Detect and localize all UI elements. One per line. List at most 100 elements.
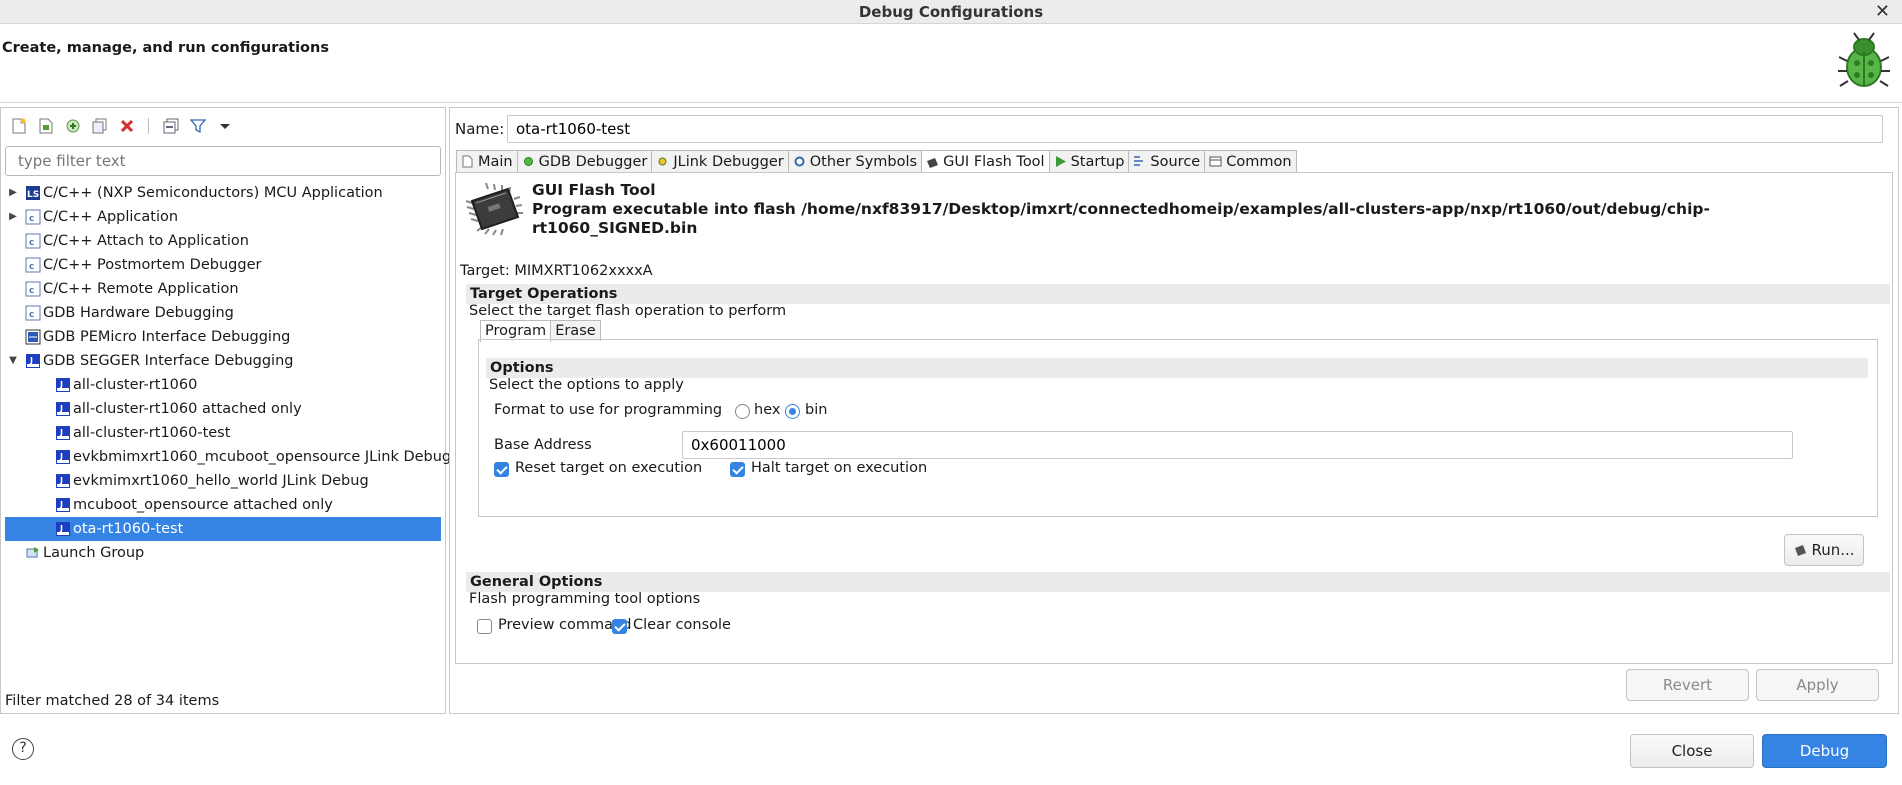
tree-category[interactable]: ▼ J GDB SEGGER Interface Debugging xyxy=(1,349,445,373)
tab-label: Common xyxy=(1226,153,1292,170)
expand-arrow-icon[interactable]: ▶ xyxy=(7,181,19,205)
configuration-editor-panel: Name: Main GDB Debugger JLink Debugger Othe… xyxy=(449,107,1899,714)
flash-chip-icon xyxy=(462,181,524,241)
tree-configuration[interactable]: Jall-cluster-rt1060 attached only xyxy=(1,397,445,421)
tree-category[interactable]: Launch Group xyxy=(1,541,445,565)
tab-label: GDB Debugger xyxy=(538,153,648,170)
startup-tab-icon xyxy=(1054,155,1067,168)
jlink-tab-icon xyxy=(656,155,669,168)
tree-configuration[interactable]: Jall-cluster-rt1060 xyxy=(1,373,445,397)
apply-button[interactable]: Apply xyxy=(1756,669,1879,701)
config-type-j-icon: J xyxy=(55,449,71,465)
config-tabs: Main GDB Debugger JLink Debugger Other Symb… xyxy=(456,150,1297,173)
tree-configuration[interactable]: Jota-rt1060-test xyxy=(5,517,441,541)
tree-category[interactable]: GDB PEMicro Interface Debugging xyxy=(1,325,445,349)
tree-item-label: C/C++ Application xyxy=(43,209,179,225)
tree-category[interactable]: c GDB Hardware Debugging xyxy=(1,301,445,325)
config-type-c-icon: c xyxy=(25,305,41,321)
preview-command-checkbox[interactable] xyxy=(477,619,492,634)
tree-category[interactable]: c C/C++ Attach to Application xyxy=(1,229,445,253)
svg-text:J: J xyxy=(29,356,33,365)
svg-text:c: c xyxy=(29,214,34,224)
flash-chip-small-icon xyxy=(1795,545,1807,556)
config-type-launch-icon xyxy=(25,545,41,561)
window-title: Debug Configurations xyxy=(858,3,1044,21)
svg-text:J: J xyxy=(59,404,63,413)
clear-console-checkbox[interactable] xyxy=(612,619,627,634)
subtab-erase[interactable]: Erase xyxy=(550,320,601,341)
tab-label: Source xyxy=(1150,153,1201,170)
tab-label: Main xyxy=(478,153,513,170)
symbols-tab-icon xyxy=(793,155,806,168)
duplicate-icon[interactable] xyxy=(90,117,109,136)
config-type-j-icon: J xyxy=(55,497,71,513)
run-button[interactable]: Run... xyxy=(1784,534,1864,566)
close-button[interactable]: Close xyxy=(1630,734,1754,768)
configuration-tree: ▶ LS C/C++ (NXP Semiconductors) MCU Applic… xyxy=(1,181,451,565)
tree-configuration[interactable]: Jevkbmimxrt1060_mcuboot_opensource JLink… xyxy=(1,445,451,469)
view-menu-icon[interactable] xyxy=(215,117,234,136)
tree-category[interactable]: ▶ LS C/C++ (NXP Semiconductors) MCU Applic… xyxy=(1,181,445,205)
tree-category[interactable]: c C/C++ Remote Application xyxy=(1,277,445,301)
name-label: Name: xyxy=(455,120,505,138)
config-type-j-icon: J xyxy=(55,425,71,441)
tab-jlink-debugger[interactable]: JLink Debugger xyxy=(651,150,789,172)
name-input[interactable] xyxy=(507,115,1883,143)
tree-item-label: mcuboot_opensource attached only xyxy=(73,497,333,513)
debug-button[interactable]: Debug xyxy=(1762,734,1887,768)
general-options-heading: General Options xyxy=(466,572,1890,592)
dialog-subtitle: Create, manage, and run configurations xyxy=(2,40,329,56)
tab-other-symbols[interactable]: Other Symbols xyxy=(787,150,923,172)
help-icon[interactable]: ? xyxy=(12,738,34,760)
collapse-arrow-icon[interactable]: ▼ xyxy=(7,349,19,373)
target-operations-heading: Target Operations xyxy=(466,284,1890,304)
svg-text:c: c xyxy=(29,286,34,296)
tree-configuration[interactable]: Jevkmimxrt1060_hello_world JLink Debug xyxy=(1,469,445,493)
tree-item-label: evkmimxrt1060_hello_world JLink Debug xyxy=(73,473,369,489)
filter-icon[interactable] xyxy=(188,117,207,136)
svg-text:J: J xyxy=(59,380,63,389)
close-window-icon[interactable]: ✕ xyxy=(1875,1,1890,22)
tree-category[interactable]: c C/C++ Postmortem Debugger xyxy=(1,253,445,277)
tree-item-label: all-cluster-rt1060-test xyxy=(73,425,231,441)
gui-flash-title: GUI Flash Tool xyxy=(532,181,656,199)
toolbar-separator xyxy=(148,118,149,134)
delete-icon[interactable] xyxy=(117,117,136,136)
tree-item-label: evkbmimxrt1060_mcuboot_opensource JLink … xyxy=(73,449,452,465)
tree-configuration[interactable]: Jall-cluster-rt1060-test xyxy=(1,421,445,445)
revert-button[interactable]: Revert xyxy=(1626,669,1749,701)
collapse-all-icon[interactable] xyxy=(161,117,180,136)
tree-configuration[interactable]: Jmcuboot_opensource attached only xyxy=(1,493,445,517)
filter-input[interactable] xyxy=(5,146,441,176)
halt-target-checkbox[interactable] xyxy=(730,462,745,477)
tab-label: Startup xyxy=(1070,153,1125,170)
format-bin-label: bin xyxy=(805,402,828,418)
new-prototype-icon[interactable] xyxy=(36,117,55,136)
tree-category[interactable]: ▶ c C/C++ Application xyxy=(1,205,445,229)
config-type-ls-icon: LS xyxy=(25,185,41,201)
filter-status: Filter matched 28 of 34 items xyxy=(5,693,220,709)
tab-startup[interactable]: Startup xyxy=(1048,150,1130,172)
tab-common[interactable]: Common xyxy=(1204,150,1297,172)
format-hex-radio[interactable] xyxy=(735,404,750,419)
tab-gdb-debugger[interactable]: GDB Debugger xyxy=(516,150,653,172)
tree-item-label: all-cluster-rt1060 attached only xyxy=(73,401,302,417)
expand-arrow-icon[interactable]: ▶ xyxy=(7,205,19,229)
dialog-header: Create, manage, and run configurations xyxy=(0,25,1902,103)
tab-label: JLink Debugger xyxy=(673,153,784,170)
tab-gui-flash-tool[interactable]: GUI Flash Tool xyxy=(921,150,1050,173)
tree-item-label: C/C++ Remote Application xyxy=(43,281,239,297)
export-icon[interactable] xyxy=(63,117,82,136)
run-button-label: Run... xyxy=(1811,541,1855,559)
new-configuration-icon[interactable] xyxy=(9,117,28,136)
tab-source[interactable]: Source xyxy=(1128,150,1206,172)
tab-main[interactable]: Main xyxy=(456,150,518,172)
config-type-c-icon: c xyxy=(25,281,41,297)
clear-console-label: Clear console xyxy=(633,617,731,633)
base-address-input[interactable] xyxy=(682,431,1793,459)
reset-target-checkbox[interactable] xyxy=(494,462,509,477)
format-bin-radio[interactable] xyxy=(785,404,800,419)
config-type-pe-icon xyxy=(25,329,41,345)
tree-item-label: GDB PEMicro Interface Debugging xyxy=(43,329,291,345)
config-type-c-icon: c xyxy=(25,233,41,249)
